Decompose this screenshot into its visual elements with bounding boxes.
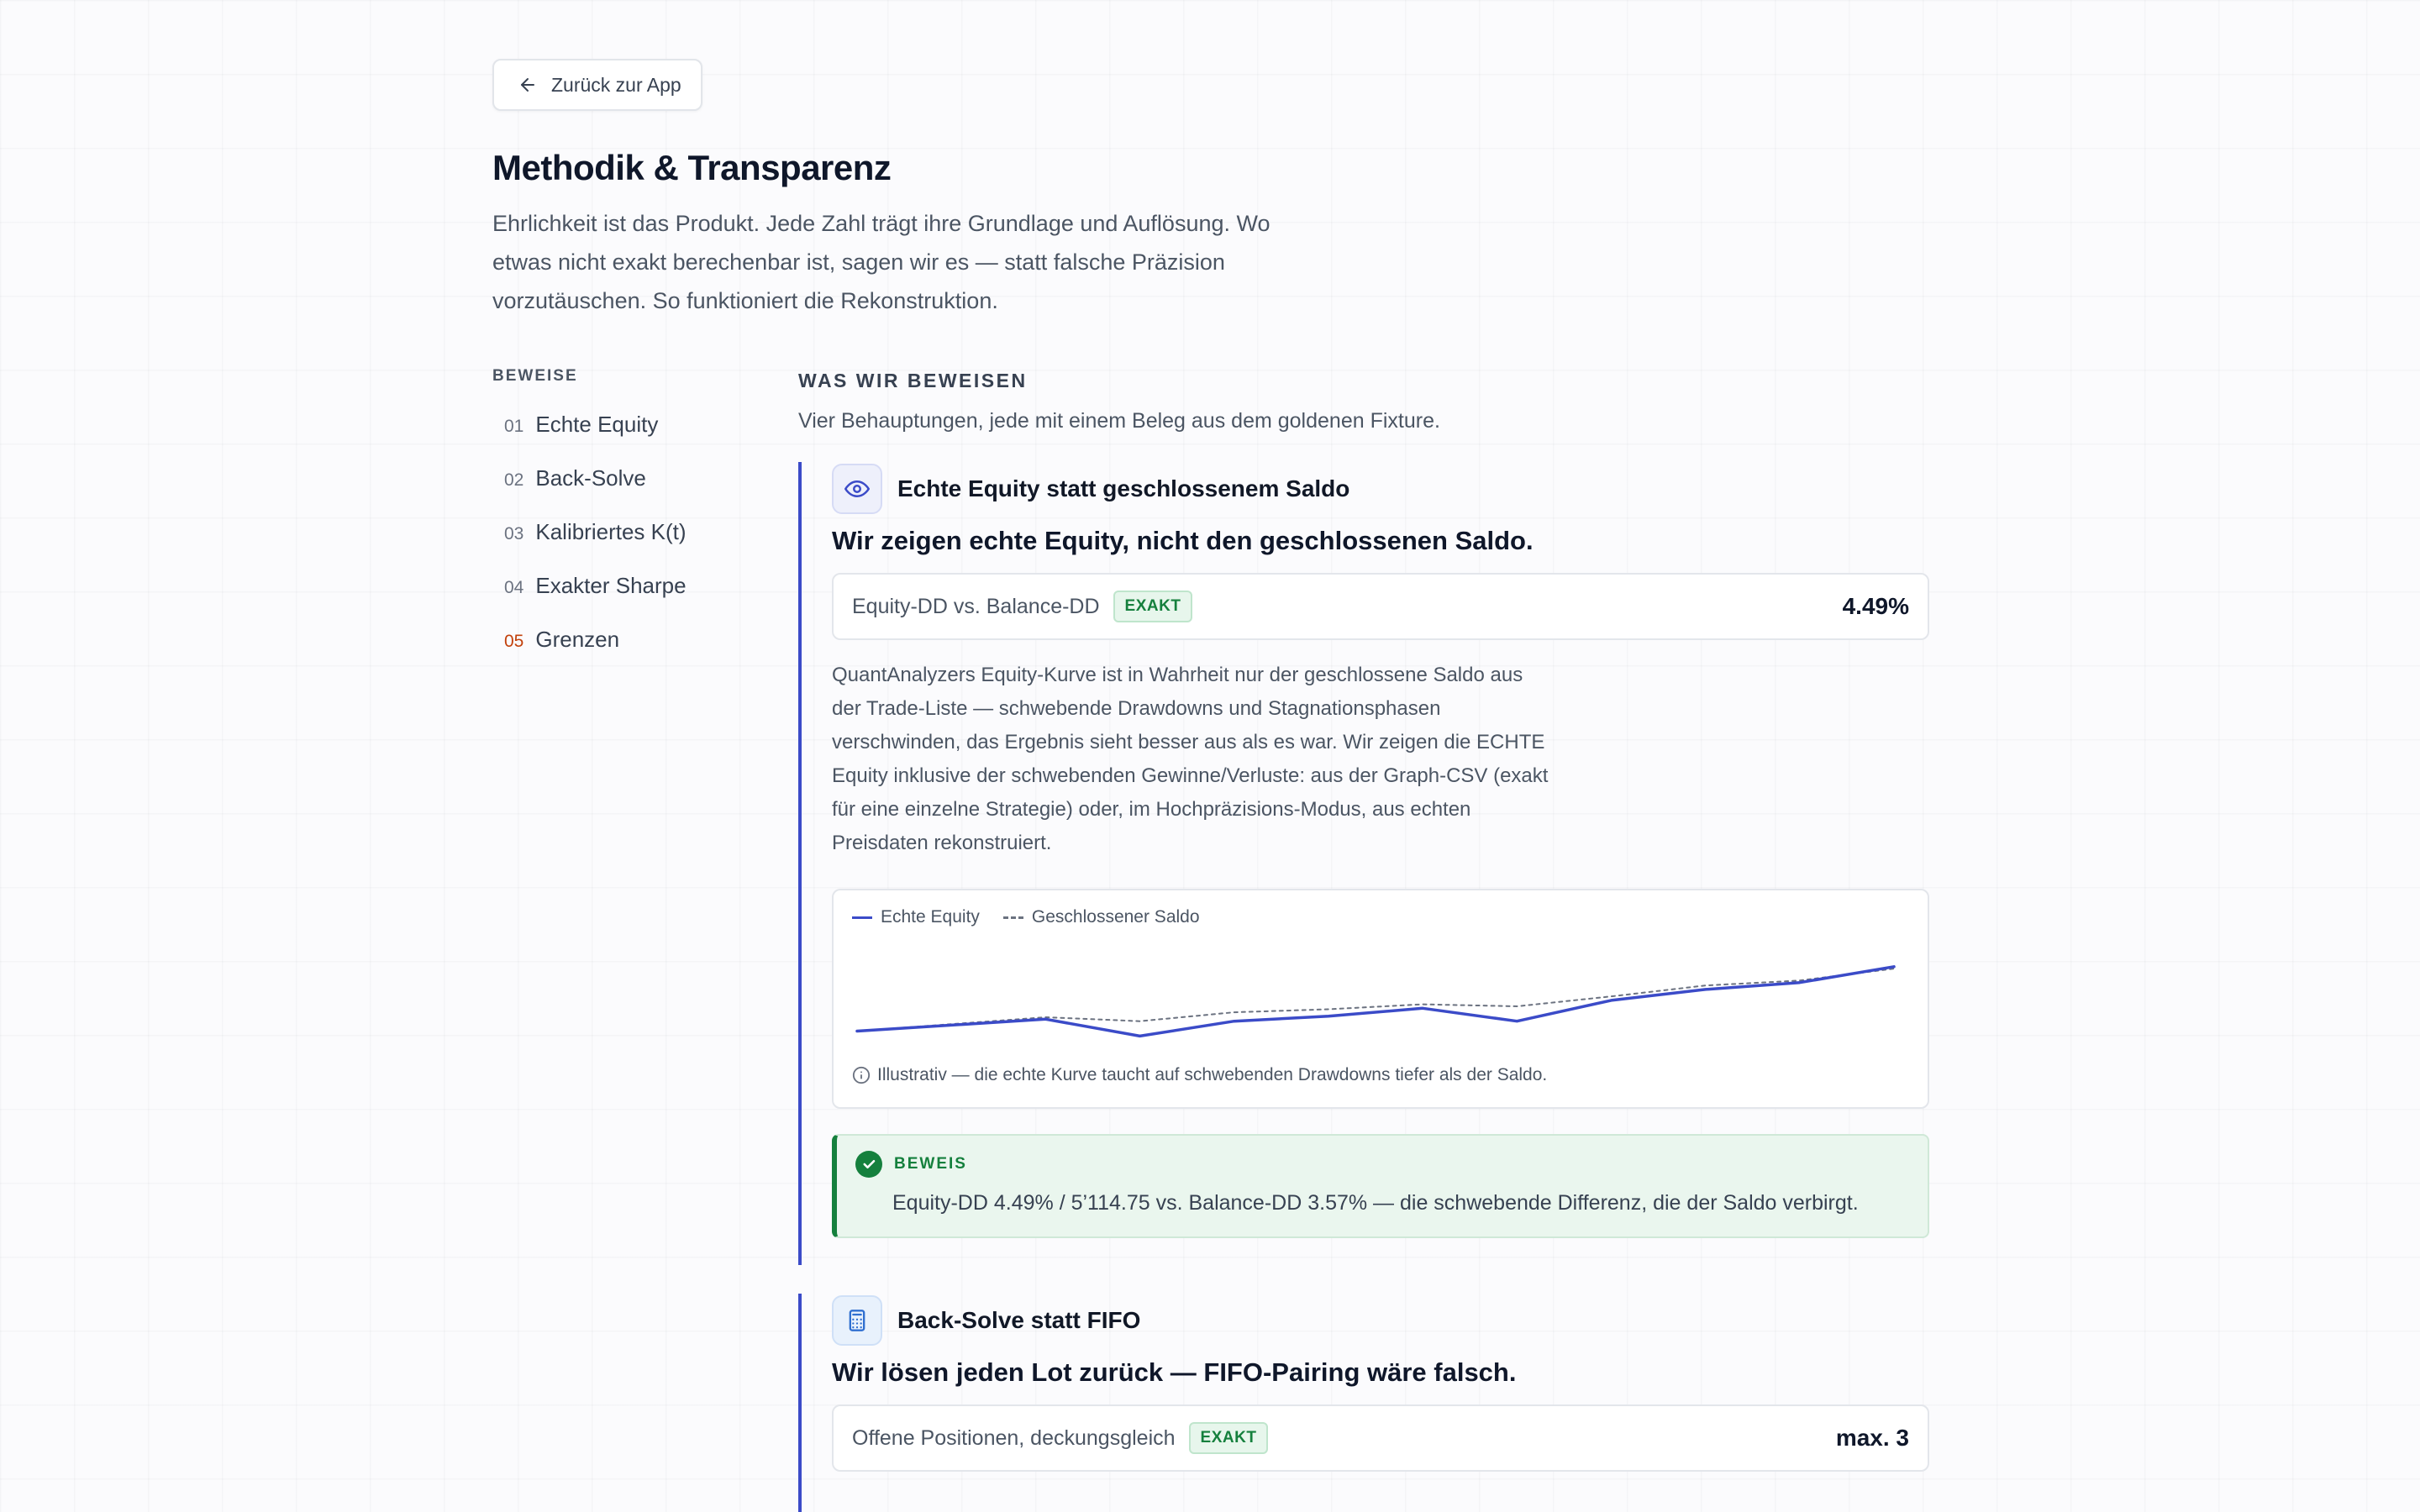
claim-card-back-solve: Back-Solve statt FIFO Wir lösen jeden Lo…: [798, 1294, 1929, 1512]
proof-text: Equity-DD 4.49% / 5’114.75 vs. Balance-D…: [892, 1191, 1859, 1215]
toc-item-number: 02: [504, 470, 524, 490]
metric-row: Offene Positionen, deckungsgleich EXAKT …: [832, 1404, 1929, 1472]
claim-statement: Wir lösen jeden Lot zurück — FIFO-Pairin…: [832, 1357, 1517, 1387]
info-icon: [852, 1066, 871, 1084]
check-circle-icon: [855, 1151, 882, 1178]
chart-note: Illustrativ — die echte Kurve taucht auf…: [852, 1065, 1547, 1085]
metric-value: 4.49%: [1842, 593, 1909, 619]
section-subtitle: Vier Behauptungen, jede mit einem Beleg …: [798, 409, 1440, 433]
arrow-left-icon: [521, 78, 534, 92]
toc-item-kalibriertes-kt[interactable]: 03 Kalibriertes K(t): [492, 519, 687, 573]
claim-title: Back-Solve statt FIFO: [897, 1307, 1141, 1333]
claim-header: Echte Equity statt geschlossenem Saldo: [832, 462, 1929, 516]
toc-item-label: Grenzen: [535, 627, 620, 652]
toc-item-number: 05: [504, 632, 524, 651]
chart-legend: Echte Equity Geschlossener Saldo: [852, 907, 1200, 927]
legend-swatch-solid: [852, 916, 872, 919]
legend-label: Geschlossener Saldo: [1031, 907, 1200, 927]
claim-title: Echte Equity statt geschlossenem Saldo: [897, 475, 1350, 501]
toc-item-back-solve[interactable]: 02 Back-Solve: [492, 465, 687, 519]
metric-label: Offene Positionen, deckungsgleich: [852, 1425, 1176, 1450]
toc-list: 01 Echte Equity 02 Back-Solve 03 Kalibri…: [492, 412, 687, 680]
toc-item-number: 03: [504, 524, 524, 543]
claim-header: Back-Solve statt FIFO: [832, 1294, 1929, 1347]
toc-item-label: Kalibriertes K(t): [535, 519, 687, 544]
legend-swatch-dashed: [1002, 916, 1023, 919]
toc-item-label: Echte Equity: [535, 412, 659, 437]
toc-item-grenzen[interactable]: 05 Grenzen: [492, 627, 687, 680]
toc-item-label: Exakter Sharpe: [535, 573, 687, 598]
proof-header: BEWEIS: [855, 1151, 967, 1178]
page-title: Methodik & Transparenz: [492, 148, 892, 187]
proof-label: BEWEIS: [894, 1155, 967, 1173]
exact-badge: EXAKT: [1188, 1422, 1269, 1454]
toc-item-exakter-sharpe[interactable]: 04 Exakter Sharpe: [492, 573, 687, 627]
page-intro: Ehrlichkeit ist das Produkt. Jede Zahl t…: [492, 211, 1270, 313]
toc-item-label: Back-Solve: [535, 465, 646, 491]
toc-item-number: 01: [504, 417, 524, 436]
toc-item-echte-equity[interactable]: 01 Echte Equity: [492, 412, 687, 465]
claim-body: QuantAnalyzers Equity-Kurve ist in Wahrh…: [832, 664, 1549, 854]
legend-item-geschlossener-saldo: Geschlossener Saldo: [1002, 907, 1200, 927]
exact-badge: EXAKT: [1113, 591, 1193, 622]
toc-heading: BEWEISE: [492, 367, 578, 385]
proof-box: BEWEIS Equity-DD 4.49% / 5’114.75 vs. Ba…: [832, 1134, 1929, 1238]
back-to-app-button[interactable]: Zurück zur App: [492, 59, 702, 111]
toc-item-number: 04: [504, 578, 524, 597]
section-eyebrow: WAS WIR BEWEISEN: [798, 370, 1028, 391]
claim-statement: Wir zeigen echte Equity, nicht den gesch…: [832, 526, 1534, 555]
legend-label: Echte Equity: [881, 907, 980, 927]
legend-item-echte-equity: Echte Equity: [852, 907, 980, 927]
eye-icon: [832, 464, 882, 514]
equity-chart-card: Echte Equity Geschlossener Saldo Illustr…: [832, 889, 1929, 1109]
metric-label: Equity-DD vs. Balance-DD: [852, 594, 1100, 618]
calculator-icon: [832, 1295, 882, 1346]
claim-card-echte-equity: Echte Equity statt geschlossenem Saldo W…: [798, 462, 1929, 1265]
line-echte-equity: [855, 965, 1896, 1038]
equity-line-chart: [855, 965, 1896, 1038]
metric-value: max. 3: [1835, 1425, 1909, 1451]
back-to-app-label: Zurück zur App: [551, 73, 681, 96]
metric-row: Equity-DD vs. Balance-DD EXAKT 4.49%: [832, 573, 1929, 640]
chart-note-text: Illustrativ — die echte Kurve taucht auf…: [877, 1065, 1548, 1084]
